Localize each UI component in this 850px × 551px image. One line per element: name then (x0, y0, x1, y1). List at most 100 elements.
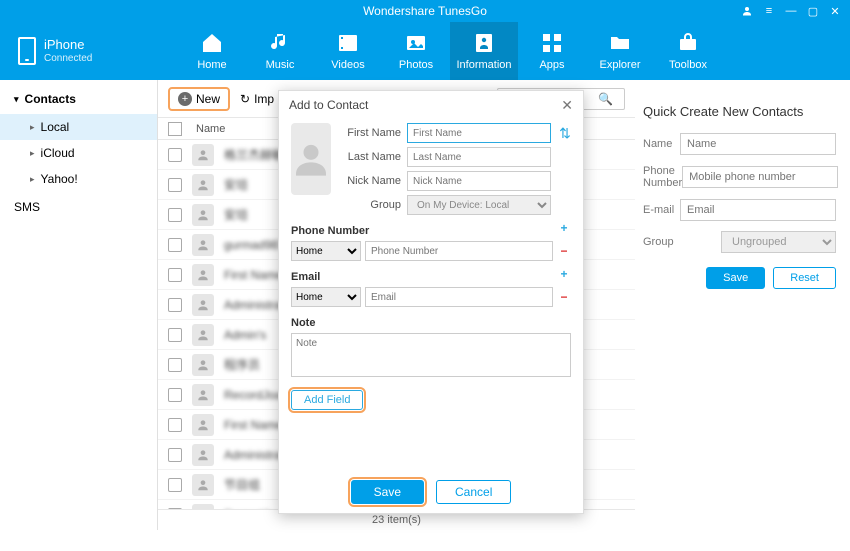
email-input[interactable] (365, 287, 553, 307)
sidebar-item-local[interactable]: ▸Local (0, 114, 157, 140)
device-status: Connected (44, 53, 92, 64)
avatar-placeholder[interactable] (291, 123, 331, 195)
device-selector[interactable]: iPhone Connected (0, 22, 158, 80)
tab-information[interactable]: Information (450, 22, 518, 80)
tab-apps[interactable]: Apps (518, 22, 586, 80)
row-checkbox[interactable] (168, 298, 182, 312)
sidebar-item-yahoo[interactable]: ▸Yahoo! (0, 166, 157, 192)
remove-email-icon[interactable]: − (557, 290, 571, 304)
new-button[interactable]: +New (168, 87, 230, 111)
menu-icon[interactable]: ≡ (758, 0, 780, 22)
avatar-icon (192, 234, 214, 256)
first-name-input[interactable] (407, 123, 551, 143)
contact-name: 节目组 (224, 476, 260, 493)
quick-email-input[interactable] (680, 199, 836, 221)
tab-explorer[interactable]: Explorer (586, 22, 654, 80)
sidebar: ▾Contacts ▸Local ▸iCloud ▸Yahoo! SMS (0, 80, 158, 530)
quick-email-label: E-mail (643, 204, 680, 216)
contact-name: 程序员 (224, 356, 260, 373)
row-checkbox[interactable] (168, 238, 182, 252)
user-icon[interactable] (736, 0, 758, 22)
tab-toolbox[interactable]: Toolbox (654, 22, 722, 80)
quick-group-label: Group (643, 236, 721, 248)
swap-icon[interactable]: ⇅ (557, 125, 573, 142)
quick-group-select[interactable]: Ungrouped (721, 231, 836, 253)
chevron-right-icon: ▸ (30, 148, 35, 159)
email-section-label: Email (291, 271, 557, 283)
quick-create-title: Quick Create New Contacts (643, 90, 836, 133)
contact-name: 格兰杰赫敏 (224, 146, 284, 163)
select-all-checkbox[interactable] (168, 122, 182, 136)
group-label: Group (341, 199, 401, 211)
avatar-icon (192, 354, 214, 376)
quick-name-label: Name (643, 138, 680, 150)
row-checkbox[interactable] (168, 388, 182, 402)
tab-home[interactable]: Home (178, 22, 246, 80)
row-checkbox[interactable] (168, 478, 182, 492)
remove-phone-icon[interactable]: − (557, 244, 571, 258)
add-email-icon[interactable]: + (557, 267, 571, 281)
row-checkbox[interactable] (168, 148, 182, 162)
contact-name: gurmad987 (224, 238, 285, 252)
sidebar-item-icloud[interactable]: ▸iCloud (0, 140, 157, 166)
avatar-icon (192, 324, 214, 346)
avatar-icon (192, 474, 214, 496)
import-icon: ↻ (240, 92, 250, 106)
group-select[interactable]: On My Device: Local (407, 195, 551, 215)
row-checkbox[interactable] (168, 418, 182, 432)
phone-type-select[interactable]: Home (291, 241, 361, 261)
avatar-icon (192, 204, 214, 226)
cancel-button[interactable]: Cancel (436, 480, 511, 504)
quick-save-button[interactable]: Save (706, 267, 765, 289)
quick-name-input[interactable] (680, 133, 836, 155)
chevron-down-icon: ▾ (14, 94, 19, 105)
avatar-icon (192, 444, 214, 466)
plus-icon: + (178, 92, 192, 106)
maximize-button[interactable]: ▢ (802, 0, 824, 22)
avatar-icon (192, 264, 214, 286)
quick-phone-input[interactable] (682, 166, 838, 188)
device-name: iPhone (44, 37, 84, 52)
quick-create-panel: Quick Create New Contacts Name Phone Num… (635, 80, 850, 530)
tab-photos[interactable]: Photos (382, 22, 450, 80)
save-button[interactable]: Save (351, 480, 424, 504)
phone-input[interactable] (365, 241, 553, 261)
row-checkbox[interactable] (168, 268, 182, 282)
last-name-input[interactable] (407, 147, 551, 167)
tab-videos[interactable]: Videos (314, 22, 382, 80)
row-checkbox[interactable] (168, 178, 182, 192)
avatar-icon (192, 174, 214, 196)
sidebar-sms[interactable]: SMS (0, 192, 157, 222)
add-phone-icon[interactable]: + (557, 221, 571, 235)
nick-name-input[interactable] (407, 171, 551, 191)
quick-reset-button[interactable]: Reset (773, 267, 836, 289)
row-checkbox[interactable] (168, 328, 182, 342)
add-field-button[interactable]: Add Field (291, 390, 363, 410)
title-bar: Wondershare TunesGo ≡ — ▢ ✕ (0, 0, 850, 22)
tab-music[interactable]: Music (246, 22, 314, 80)
phone-icon (18, 37, 36, 65)
chevron-right-icon: ▸ (30, 174, 35, 185)
col-name: Name (196, 123, 225, 135)
avatar-icon (192, 414, 214, 436)
quick-phone-label: Phone Number (643, 165, 682, 189)
row-checkbox[interactable] (168, 358, 182, 372)
contact-name: 安培 (224, 176, 248, 193)
avatar-icon (192, 144, 214, 166)
phone-section-label: Phone Number (291, 225, 557, 237)
sidebar-contacts-header[interactable]: ▾Contacts (0, 84, 157, 114)
contact-name: 安培 (224, 206, 248, 223)
note-textarea[interactable] (291, 333, 571, 377)
row-checkbox[interactable] (168, 208, 182, 222)
app-title: Wondershare TunesGo (363, 4, 487, 18)
minimize-button[interactable]: — (780, 0, 802, 22)
add-contact-dialog: Add to Contact ✕ First Name⇅ Last Name N… (278, 90, 584, 514)
row-checkbox[interactable] (168, 448, 182, 462)
avatar-icon (192, 384, 214, 406)
email-type-select[interactable]: Home (291, 287, 361, 307)
dialog-title: Add to Contact (289, 98, 368, 112)
close-button[interactable]: ✕ (824, 0, 846, 22)
last-name-label: Last Name (341, 151, 401, 163)
close-icon[interactable]: ✕ (561, 97, 573, 114)
import-button[interactable]: ↻Imp (240, 92, 274, 106)
